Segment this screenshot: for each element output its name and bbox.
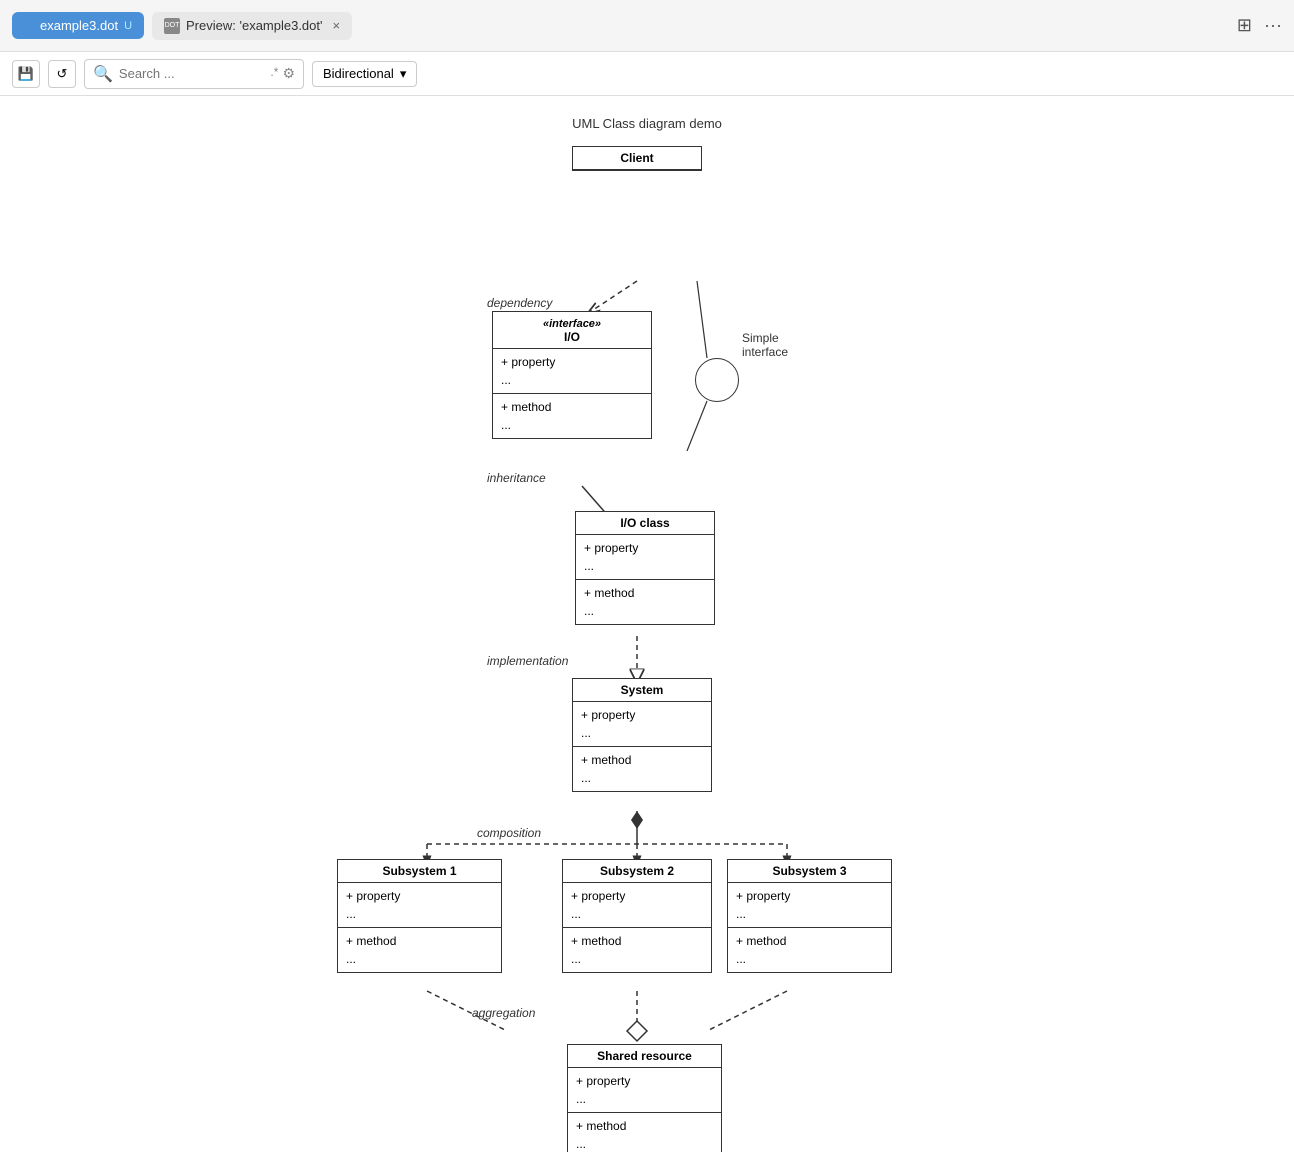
refresh-button[interactable]: ↺: [48, 60, 76, 88]
diagram-title: UML Class diagram demo: [572, 116, 722, 131]
subsystem2-box: Subsystem 2 + property ... + method ...: [562, 859, 712, 973]
shared-resource-box: Shared resource + property ... + method …: [567, 1044, 722, 1152]
system-box: System + property ... + method ...: [572, 678, 712, 792]
shared-resource-title: Shared resource: [568, 1045, 721, 1068]
interface-io-title: «interface» I/O: [493, 312, 651, 349]
io-class-dots1: ...: [584, 557, 706, 575]
subsystem1-title: Subsystem 1: [338, 860, 501, 883]
system-title: System: [573, 679, 711, 702]
dependency-label: dependency: [487, 296, 552, 310]
implementation-label: implementation: [487, 654, 568, 668]
subsystem2-method: + method: [571, 932, 703, 950]
subsystem3-property: + property: [736, 887, 883, 905]
layout-icon[interactable]: ⊞: [1237, 15, 1252, 36]
shared-resource-method: + method: [576, 1117, 713, 1135]
interface-dots2: ...: [501, 416, 643, 434]
interface-stereotype: «interface»: [543, 318, 601, 330]
tab-preview[interactable]: DOT Preview: 'example3.dot' ×: [152, 12, 352, 40]
io-class-dots2: ...: [584, 602, 706, 620]
client-title: Client: [573, 147, 701, 170]
interface-io-section2: + method ...: [493, 394, 651, 438]
subsystem2-dots1: ...: [571, 905, 703, 923]
preview-dot-icon: DOT: [164, 18, 180, 34]
chevron-down-icon: ▾: [400, 66, 407, 82]
subsystem1-box: Subsystem 1 + property ... + method ...: [337, 859, 502, 973]
save-button[interactable]: 💾: [12, 60, 40, 88]
search-icon: 🔍: [93, 64, 113, 84]
subsystem3-method: + method: [736, 932, 883, 950]
subsystem3-title: Subsystem 3: [728, 860, 891, 883]
titlebar-right-controls: ⊞ ···: [1237, 15, 1282, 36]
shared-resource-section1: + property ...: [568, 1068, 721, 1113]
io-class-property: + property: [584, 539, 706, 557]
interface-method: + method: [501, 398, 643, 416]
io-class-section1: + property ...: [576, 535, 714, 580]
inheritance-label: inheritance: [487, 471, 546, 485]
interface-io-name: I/O: [564, 330, 580, 344]
filter-icon[interactable]: ⚙: [282, 65, 295, 82]
interface-dots1: ...: [501, 371, 643, 389]
toolbar: 💾 ↺ 🔍 .* ⚙ Bidirectional ▾: [0, 52, 1294, 96]
tab-close-button[interactable]: ×: [333, 18, 341, 33]
shared-resource-property: + property: [576, 1072, 713, 1090]
interface-io-section1: + property ...: [493, 349, 651, 394]
subsystem1-dots1: ...: [346, 905, 493, 923]
subsystem2-section1: + property ...: [563, 883, 711, 928]
shared-resource-dots2: ...: [576, 1135, 713, 1152]
io-class-box: I/O class + property ... + method ...: [575, 511, 715, 625]
search-box: 🔍 .* ⚙: [84, 59, 304, 89]
shared-resource-section2: + method ...: [568, 1113, 721, 1152]
tab-file-label: example3.dot: [40, 18, 118, 33]
regex-icon[interactable]: .*: [270, 65, 278, 82]
simple-interface-circle: [695, 358, 739, 402]
simple-interface-label: Simpleinterface: [742, 331, 788, 359]
layout-dropdown[interactable]: Bidirectional ▾: [312, 61, 417, 87]
io-class-section2: + method ...: [576, 580, 714, 624]
client-box: Client: [572, 146, 702, 171]
shared-resource-dots1: ...: [576, 1090, 713, 1108]
subsystem2-section2: + method ...: [563, 928, 711, 972]
search-right-icons: .* ⚙: [270, 65, 295, 82]
subsystem2-property: + property: [571, 887, 703, 905]
subsystem3-section2: + method ...: [728, 928, 891, 972]
subsystem1-section2: + method ...: [338, 928, 501, 972]
system-property: + property: [581, 706, 703, 724]
aggregation-label: aggregation: [472, 1006, 535, 1020]
tab-preview-label: Preview: 'example3.dot': [186, 18, 322, 33]
subsystem2-dots2: ...: [571, 950, 703, 968]
subsystem1-dots2: ...: [346, 950, 493, 968]
tab-dot-icon: [24, 21, 34, 31]
titlebar: example3.dot U DOT Preview: 'example3.do…: [0, 0, 1294, 52]
subsystem2-title: Subsystem 2: [563, 860, 711, 883]
subsystem1-method: + method: [346, 932, 493, 950]
io-class-title: I/O class: [576, 512, 714, 535]
subsystem3-box: Subsystem 3 + property ... + method ...: [727, 859, 892, 973]
dropdown-label: Bidirectional: [323, 66, 394, 81]
system-dots2: ...: [581, 769, 703, 787]
io-class-method: + method: [584, 584, 706, 602]
system-section1: + property ...: [573, 702, 711, 747]
main-content: UML Class diagram demo Client dependency…: [0, 96, 1294, 1152]
system-dots1: ...: [581, 724, 703, 742]
interface-io-box: «interface» I/O + property ... + method …: [492, 311, 652, 439]
subsystem3-dots2: ...: [736, 950, 883, 968]
composition-label: composition: [477, 826, 541, 840]
subsystem1-property: + property: [346, 887, 493, 905]
tab-modified-indicator: U: [124, 20, 132, 32]
interface-property: + property: [501, 353, 643, 371]
tab-file[interactable]: example3.dot U: [12, 12, 144, 39]
subsystem3-section1: + property ...: [728, 883, 891, 928]
search-input[interactable]: [119, 66, 259, 81]
subsystem3-dots1: ...: [736, 905, 883, 923]
subsystem1-section1: + property ...: [338, 883, 501, 928]
system-section2: + method ...: [573, 747, 711, 791]
system-method: + method: [581, 751, 703, 769]
more-icon[interactable]: ···: [1264, 15, 1282, 36]
diagram-container: UML Class diagram demo Client dependency…: [197, 96, 1097, 1152]
